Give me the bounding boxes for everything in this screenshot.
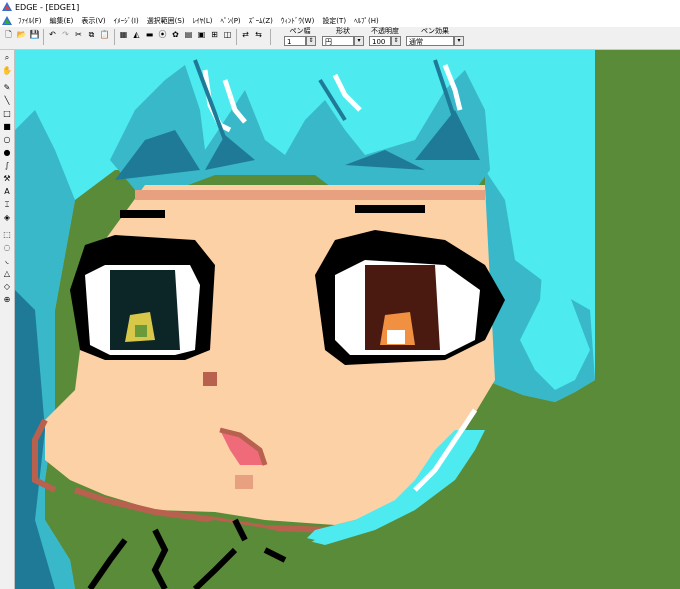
menu-selection[interactable]: 選択範囲(S) (143, 16, 189, 26)
bucket-icon[interactable]: ◭ (131, 29, 142, 40)
drawing-canvas[interactable] (15, 50, 680, 589)
copy-icon[interactable]: ⧉ (86, 29, 97, 40)
select-ellipse-icon[interactable]: ◌ (2, 243, 12, 253)
curve-icon[interactable]: ∫ (2, 161, 12, 171)
pen-width-label: ペン幅 (289, 27, 311, 35)
menu-image[interactable]: ｲﾒｰｼﾞ(I) (110, 16, 143, 26)
picture-icon[interactable]: ▣ (196, 29, 207, 40)
toolbar: 🗋 📂 💾 ↶ ↷ ✂ ⧉ 📋 ▦ ◭ ▬ ⦿ ✿ ▤ ▣ ⊞ ◫ ⇄ ⇆ ペン… (0, 27, 680, 50)
magic-wand-icon[interactable]: ◇ (2, 282, 12, 292)
frame-icon[interactable]: ◫ (222, 29, 233, 40)
pen-width-spin[interactable]: ⇕ (306, 36, 316, 46)
film-icon[interactable]: ▤ (183, 29, 194, 40)
pen-effect-dropdown-icon[interactable]: ▾ (454, 36, 464, 46)
new-file-icon[interactable]: 🗋 (3, 29, 14, 40)
opacity-label: 不透明度 (371, 27, 399, 35)
menu-file[interactable]: ﾌｧｲﾙ(F) (14, 16, 46, 26)
eyedropper-icon[interactable]: ⦿ (157, 29, 168, 40)
opacity-spin[interactable]: ⇕ (391, 36, 401, 46)
cut-icon[interactable]: ✂ (73, 29, 84, 40)
hand-icon[interactable]: ✋ (2, 66, 12, 76)
palette-icon[interactable]: ✿ (170, 29, 181, 40)
pen-icon[interactable]: ✎ (2, 83, 12, 93)
lasso-icon[interactable]: ◟ (2, 256, 12, 266)
save-icon[interactable]: 💾 (29, 29, 40, 40)
layer-up-icon[interactable]: ⇄ (240, 29, 251, 40)
redo-icon[interactable]: ↷ (60, 29, 71, 40)
pen-width-group: ペン幅 1 ⇕ (284, 27, 316, 49)
rect-outline-icon[interactable]: □ (2, 109, 12, 119)
zoom-icon[interactable]: ⌕ (2, 53, 12, 63)
menu-pen[interactable]: ﾍﾟﾝ(P) (216, 16, 244, 26)
shape-select[interactable]: 円 (322, 36, 354, 46)
menu-layer[interactable]: ﾚｲﾔ(L) (189, 16, 217, 26)
toolbar-separator (114, 29, 115, 45)
opacity-input[interactable]: 100 (369, 36, 391, 46)
undo-icon[interactable]: ↶ (47, 29, 58, 40)
shape-dropdown-icon[interactable]: ▾ (354, 36, 364, 46)
rect-filled-icon[interactable]: ■ (2, 122, 12, 132)
pen-effect-group: ペン効果 通常 ▾ (406, 27, 464, 49)
open-folder-icon[interactable]: 📂 (16, 29, 27, 40)
toolbar-separator (270, 29, 271, 45)
ellipse-outline-icon[interactable]: ○ (2, 135, 12, 145)
menu-edit[interactable]: 編集(E) (46, 16, 78, 26)
line-icon[interactable]: ╲ (2, 96, 12, 106)
document-icon[interactable] (2, 15, 12, 26)
pixel-art-artwork (15, 50, 680, 589)
app-icon (2, 2, 12, 11)
polygon-select-icon[interactable]: △ (2, 269, 12, 279)
shape-group: 形状 円 ▾ (322, 27, 364, 49)
menu-bar: ﾌｧｲﾙ(F) 編集(E) 表示(V) ｲﾒｰｼﾞ(I) 選択範囲(S) ﾚｲﾔ… (0, 14, 680, 28)
preview-icon[interactable]: ⊞ (209, 29, 220, 40)
text-icon[interactable]: A (2, 187, 12, 197)
menu-settings[interactable]: 設定(T) (318, 16, 350, 26)
layer-down-icon[interactable]: ⇆ (253, 29, 264, 40)
fill-icon[interactable]: ◈ (2, 213, 12, 223)
pen-effect-label: ペン効果 (421, 27, 449, 35)
select-rect-icon[interactable]: ⬚ (2, 230, 12, 240)
paste-icon[interactable]: 📋 (99, 29, 110, 40)
spray-icon[interactable]: ⚒ (2, 174, 12, 184)
shape-label: 形状 (336, 27, 350, 35)
color-bar-icon[interactable]: ▬ (144, 29, 155, 40)
menu-zoom[interactable]: ｽﾞｰﾑ(Z) (245, 16, 277, 26)
pen-effect-select[interactable]: 通常 (406, 36, 454, 46)
clip-icon[interactable]: ⌶ (2, 200, 12, 210)
opacity-group: 不透明度 100 ⇕ (369, 27, 401, 49)
window-title: EDGE - [EDGE1] (15, 2, 80, 12)
move-icon[interactable]: ⊕ (2, 295, 12, 305)
tool-palette: ⌕ ✋ ✎ ╲ □ ■ ○ ● ∫ ⚒ A ⌶ ◈ ⬚ ◌ ◟ △ ◇ ⊕ (0, 50, 15, 589)
toolbar-separator (236, 29, 237, 45)
title-bar: EDGE - [EDGE1] (0, 0, 680, 14)
toolbar-separator (43, 29, 44, 45)
ellipse-filled-icon[interactable]: ● (2, 148, 12, 158)
menu-window[interactable]: ｳｨﾝﾄﾞｳ(W) (277, 16, 318, 26)
menu-help[interactable]: ﾍﾙﾌﾟ(H) (350, 16, 383, 26)
grid-tool-icon[interactable]: ▦ (118, 29, 129, 40)
pen-width-input[interactable]: 1 (284, 36, 306, 46)
menu-view[interactable]: 表示(V) (77, 16, 109, 26)
